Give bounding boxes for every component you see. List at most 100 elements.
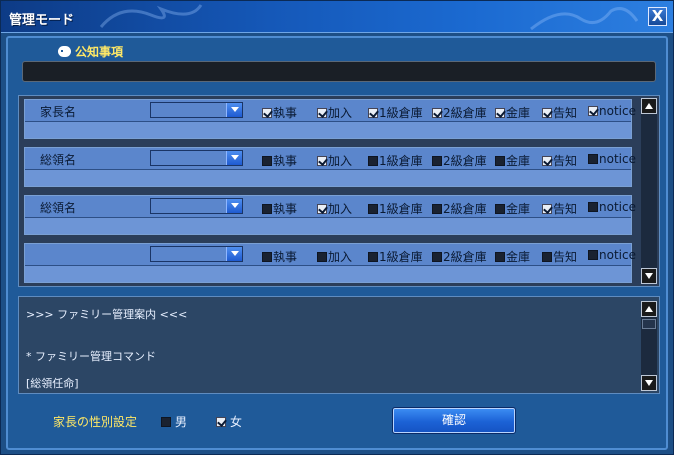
chevron-down-icon[interactable]	[226, 151, 242, 165]
permission-checkbox[interactable]: 告知	[542, 248, 577, 265]
permission-label: notice	[599, 152, 636, 166]
permission-checkbox[interactable]: 執事	[262, 104, 297, 121]
permission-checkbox[interactable]: 告知	[542, 104, 577, 121]
checkbox-checked-icon[interactable]	[432, 108, 442, 118]
permission-checkbox[interactable]: 加入	[317, 152, 352, 169]
permission-checkbox[interactable]: 2級倉庫	[432, 104, 487, 121]
close-button[interactable]: X	[648, 7, 667, 26]
permission-checkbox[interactable]: notice	[588, 104, 636, 118]
gender-male-checkbox[interactable]: 男	[161, 413, 187, 430]
scroll-down-icon[interactable]	[641, 375, 657, 391]
checkbox-checked-icon[interactable]	[317, 108, 327, 118]
window-title: 管理モード	[9, 13, 75, 28]
permission-checkbox[interactable]: 告知	[542, 200, 577, 217]
permission-checkbox[interactable]: 2級倉庫	[432, 200, 487, 217]
member-row: 執事 加入 1級倉庫 2級倉庫 金庫 告知 notice	[24, 243, 636, 283]
checkbox-icon[interactable]	[262, 204, 272, 214]
checkbox-checked-icon[interactable]	[588, 106, 598, 116]
permission-checkbox[interactable]: 執事	[262, 152, 297, 169]
checkbox-icon[interactable]	[161, 417, 171, 427]
gender-male-label: 男	[175, 415, 188, 429]
checkbox-icon[interactable]	[262, 252, 272, 262]
permission-label: 執事	[273, 250, 298, 264]
permission-checkbox[interactable]: notice	[588, 152, 636, 166]
checkbox-icon[interactable]	[368, 252, 378, 262]
gender-female-checkbox[interactable]: 女	[216, 413, 242, 430]
checkbox-icon[interactable]	[262, 156, 272, 166]
permission-label: notice	[599, 104, 636, 118]
checkbox-icon[interactable]	[368, 204, 378, 214]
member-select-dropdown[interactable]	[150, 102, 243, 118]
info-scrollbar[interactable]	[641, 301, 657, 391]
swirl-decoration-icon	[99, 4, 203, 28]
checkbox-checked-icon[interactable]	[542, 204, 552, 214]
checkbox-icon[interactable]	[432, 156, 442, 166]
permission-checkbox[interactable]: 1級倉庫	[368, 104, 423, 121]
checkbox-checked-icon[interactable]	[368, 108, 378, 118]
swirl-decoration-icon	[530, 7, 639, 31]
title-bar[interactable]: 管理モード X	[1, 1, 673, 33]
scroll-thumb[interactable]	[642, 319, 656, 329]
checkbox-checked-icon[interactable]	[317, 204, 327, 214]
permission-checkbox[interactable]: 告知	[542, 152, 577, 169]
checkbox-icon[interactable]	[495, 204, 505, 214]
member-scrollbar[interactable]	[641, 98, 657, 284]
scroll-up-icon[interactable]	[641, 98, 657, 114]
member-select-dropdown[interactable]	[150, 150, 243, 166]
checkbox-checked-icon[interactable]	[542, 108, 552, 118]
notice-label: 公知事項	[75, 45, 124, 59]
checkbox-icon[interactable]	[588, 250, 598, 260]
permission-checkbox[interactable]: 金庫	[495, 248, 530, 265]
member-row-detail	[25, 217, 631, 234]
checkbox-icon[interactable]	[542, 252, 552, 262]
permission-checkbox[interactable]: 執事	[262, 248, 297, 265]
permission-label: notice	[599, 200, 636, 214]
checkbox-icon[interactable]	[317, 252, 327, 262]
checkbox-checked-icon[interactable]	[495, 108, 505, 118]
member-rank-label: 総領名	[40, 153, 77, 167]
permission-label: 加入	[328, 250, 353, 264]
checkbox-icon[interactable]	[368, 156, 378, 166]
scroll-up-icon[interactable]	[641, 301, 657, 317]
chevron-down-icon[interactable]	[226, 199, 242, 213]
permission-checkbox[interactable]: 金庫	[495, 152, 530, 169]
permission-checkbox[interactable]: 1級倉庫	[368, 248, 423, 265]
checkbox-icon[interactable]	[588, 154, 598, 164]
checkbox-checked-icon[interactable]	[542, 156, 552, 166]
confirm-button[interactable]: 確認	[392, 407, 516, 434]
permission-checkbox[interactable]: 1級倉庫	[368, 200, 423, 217]
checkbox-checked-icon[interactable]	[317, 156, 327, 166]
checkbox-icon[interactable]	[495, 156, 505, 166]
member-select-dropdown[interactable]	[150, 198, 243, 214]
permission-checkbox[interactable]: 2級倉庫	[432, 248, 487, 265]
notice-input[interactable]	[22, 61, 656, 82]
member-row-header: 総領名 執事 加入 1級倉庫 2級倉庫 金庫 告知 notice	[25, 148, 636, 169]
permission-checkbox[interactable]: 加入	[317, 104, 352, 121]
permission-checkbox[interactable]: 加入	[317, 248, 352, 265]
permission-checkbox[interactable]: notice	[588, 248, 636, 262]
member-row-header: 執事 加入 1級倉庫 2級倉庫 金庫 告知 notice	[25, 244, 636, 265]
permission-checkbox[interactable]: 金庫	[495, 104, 530, 121]
permission-checkbox[interactable]: 1級倉庫	[368, 152, 423, 169]
permission-checkbox[interactable]: notice	[588, 200, 636, 214]
permission-checkbox[interactable]: 金庫	[495, 200, 530, 217]
permission-checkbox[interactable]: 加入	[317, 200, 352, 217]
checkbox-icon[interactable]	[432, 204, 442, 214]
member-select-dropdown[interactable]	[150, 246, 243, 262]
checkbox-icon[interactable]	[588, 202, 598, 212]
checkbox-checked-icon[interactable]	[262, 108, 272, 118]
checkbox-icon[interactable]	[495, 252, 505, 262]
chevron-down-icon[interactable]	[226, 103, 242, 117]
permission-label: 加入	[328, 154, 353, 168]
notice-heading: 公知事項	[58, 43, 123, 60]
member-row: 家長名 執事 加入 1級倉庫 2級倉庫 金庫 告知 notice	[24, 99, 636, 139]
chevron-down-icon[interactable]	[226, 247, 242, 261]
permission-checkbox[interactable]: 2級倉庫	[432, 152, 487, 169]
checkbox-checked-icon[interactable]	[216, 417, 226, 427]
scroll-down-icon[interactable]	[641, 268, 657, 284]
member-row: 総領名 執事 加入 1級倉庫 2級倉庫 金庫 告知 notice	[24, 147, 636, 187]
member-row-header: 家長名 執事 加入 1級倉庫 2級倉庫 金庫 告知 notice	[25, 100, 636, 121]
member-row-detail	[25, 265, 631, 282]
permission-checkbox[interactable]: 執事	[262, 200, 297, 217]
checkbox-icon[interactable]	[432, 252, 442, 262]
